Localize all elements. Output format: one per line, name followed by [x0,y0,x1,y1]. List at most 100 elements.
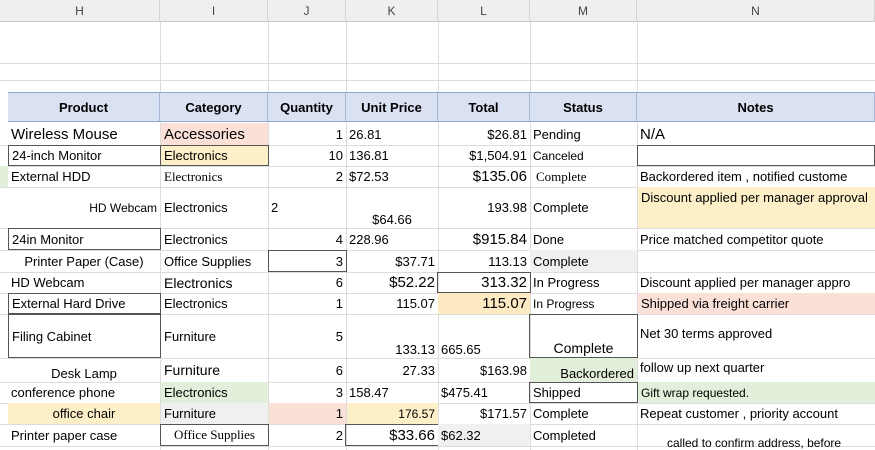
cell-quantity[interactable]: 10 [268,145,346,166]
column-header-m[interactable]: M [530,0,637,22]
cell-total[interactable]: $171.57 [438,403,530,424]
cell-notes[interactable]: Repeat customer , priority account [637,403,875,424]
cell-status[interactable]: Pending [530,123,637,145]
cell-product[interactable]: conference phone [8,382,160,403]
cell-category[interactable]: Electronics [161,166,268,187]
cell-total[interactable]: 193.98 [438,187,530,228]
cell-unit-price[interactable]: 26.81 [346,123,438,145]
cell-unit-price[interactable]: 228.96 [346,228,438,250]
cell-category[interactable]: Office Supplies [160,424,269,446]
cell-quantity[interactable]: 3 [268,250,347,272]
cell-notes[interactable]: called to confirm address, before [637,424,875,450]
cell-status[interactable]: Completed [530,424,637,446]
cell-total[interactable]: $163.98 [438,358,530,382]
cell-quantity[interactable]: 2 [268,424,346,446]
cell-product[interactable]: 24-inch Monitor [8,145,161,166]
column-header-h[interactable]: H [0,0,160,22]
cell-notes[interactable]: N/A [637,123,875,145]
cell-status[interactable]: Shipped [529,382,638,403]
cell-status[interactable]: Complete [530,403,637,424]
cell-unit-price[interactable]: $64.66 [346,187,438,228]
cell-product[interactable]: Printer paper case [8,424,160,446]
cell-unit-price[interactable]: $72.53 [346,166,438,187]
cell-status[interactable]: In Progress [530,272,637,293]
cell-quantity[interactable]: 6 [268,272,346,293]
cell-quantity[interactable]: 2 [268,166,346,187]
cell-unit-price[interactable]: 27.33 [346,358,438,382]
header-category[interactable]: Category [160,92,268,122]
header-notes[interactable]: Notes [637,92,875,122]
cell-category[interactable]: Furniture [161,314,268,358]
cell-total[interactable]: $1,504.91 [438,145,530,166]
cell-category[interactable]: Electronics [161,187,268,228]
cell-unit-price[interactable]: $33.66 [345,424,439,446]
cell-status[interactable]: In Progress [530,293,637,314]
cell-quantity[interactable]: 3 [268,382,346,403]
cell-unit-price[interactable]: 133.13 [346,314,438,358]
cell-notes[interactable]: Gift wrap requested. [638,382,875,403]
cell-notes[interactable]: follow up next quarter [637,358,875,382]
cell-status[interactable]: Complete [530,166,637,187]
header-status[interactable]: Status [530,92,637,122]
cell-unit-price[interactable]: $37.71 [346,250,438,272]
column-header-n[interactable]: N [637,0,875,22]
cell-status[interactable]: Canceled [530,145,637,166]
cell-product[interactable]: Wireless Mouse [8,123,160,145]
cell-notes[interactable]: Discount applied per manager appro [637,272,875,293]
cell-total[interactable]: $915.84 [438,228,530,250]
cell-status[interactable]: Complete [530,187,637,228]
cell-total[interactable]: 115.07 [438,293,530,314]
cell-product[interactable]: HD Webcam [8,272,160,293]
cell-notes[interactable]: Shipped via freight carrier [638,293,875,314]
cell-quantity[interactable]: 1 [268,293,346,314]
cell-category[interactable]: Electronics [160,145,269,166]
cell-quantity[interactable]: 5 [268,314,346,358]
cell-category[interactable]: Furniture [161,403,268,424]
cell-category[interactable]: Electronics [161,228,268,250]
header-product[interactable]: Product [8,92,160,122]
header-quantity[interactable]: Quantity [268,92,346,122]
cell-quantity[interactable]: 1 [268,123,346,145]
column-header-k[interactable]: K [346,0,438,22]
cell-product[interactable]: Filing Cabinet [8,314,161,358]
cell-notes[interactable] [637,250,875,272]
cell-product[interactable]: Desk Lamp [8,358,160,382]
cell-category[interactable]: Furniture [161,358,268,382]
cell-unit-price[interactable]: 136.81 [346,145,438,166]
cell-status[interactable]: Done [530,228,637,250]
column-header-l[interactable]: L [438,0,530,22]
cell-product[interactable]: 24in Monitor [8,228,161,250]
cell-unit-price[interactable]: 158.47 [346,382,438,403]
cell-category[interactable]: Accessories [161,123,268,145]
cell-status[interactable]: Complete [529,314,638,358]
cell-product[interactable]: HD Webcam [8,187,160,228]
cell-notes[interactable] [637,145,875,166]
cell-unit-price[interactable]: $52.22 [346,272,438,293]
cell-quantity[interactable]: 6 [268,358,346,382]
cell-notes[interactable]: Backordered item , notified custome [637,166,875,187]
header-unit-price[interactable]: Unit Price [346,92,438,122]
cell-status[interactable]: Complete [530,250,637,272]
cell-total[interactable]: $62.32 [438,424,530,446]
cell-category[interactable]: Electronics [161,293,268,314]
spreadsheet-grid[interactable]: H I J K L M N Product Category Quantity … [0,0,875,450]
cell-total[interactable]: $475.41 [438,382,530,403]
cell-category[interactable]: Electronics [161,272,268,293]
column-header-j[interactable]: J [268,0,346,22]
cell-unit-price[interactable]: 115.07 [346,293,438,314]
cell-product[interactable]: External Hard Drive [8,293,161,314]
cell-total[interactable]: 665.65 [438,314,530,358]
cell-product[interactable]: office chair [8,403,160,424]
cell-total[interactable]: $135.06 [438,166,530,187]
cell-status[interactable]: Backordered [530,358,637,382]
header-total[interactable]: Total [438,92,530,122]
cell-product[interactable]: External HDD [8,166,160,187]
cell-notes[interactable]: Net 30 terms approved [637,314,875,358]
cell-quantity[interactable]: 2 [268,187,346,228]
cell-total[interactable]: 113.13 [438,250,530,272]
cell-notes[interactable]: Price matched competitor quote [637,228,875,250]
cell-total[interactable]: 313.32 [437,272,531,293]
cell-product[interactable]: Printer Paper (Case) [8,250,160,272]
cell-unit-price[interactable]: 176.57 [347,403,438,424]
cell-quantity[interactable]: 4 [268,228,346,250]
